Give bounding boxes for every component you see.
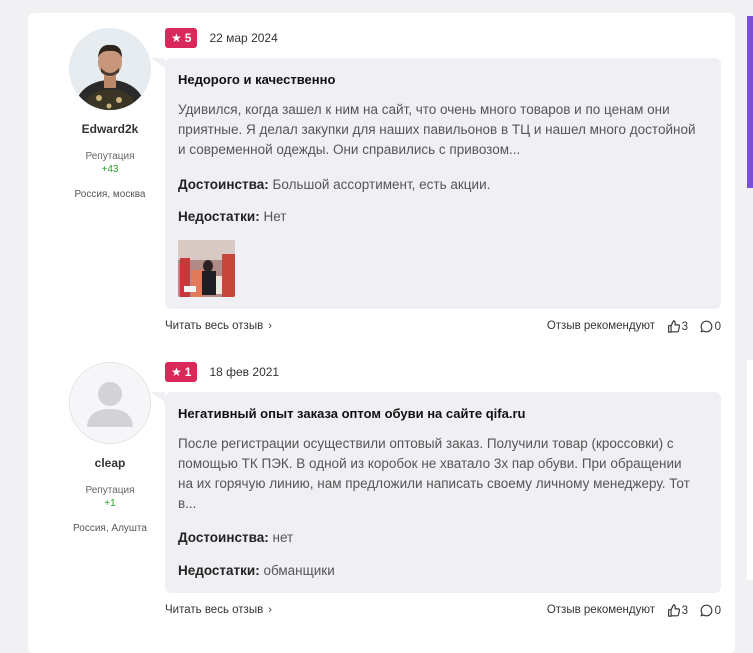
read-more-label: Читать весь отзыв — [165, 320, 264, 332]
pros-label: Достоинства: — [178, 530, 269, 545]
review-cons: Недостатки: Нет — [178, 209, 286, 224]
chevron-right-icon: › — [268, 320, 272, 332]
comments-button[interactable]: 0 — [700, 320, 721, 333]
reputation-label: Репутация — [85, 151, 135, 162]
pros-value: Большой ассортимент, есть акции. — [272, 177, 491, 192]
avatar[interactable] — [69, 362, 151, 444]
likes-count: 3 — [681, 320, 688, 333]
comments-count: 0 — [714, 320, 721, 333]
recommend-label: Отзыв рекомендуют — [546, 320, 655, 332]
rating-badge: ★ 1 — [165, 362, 198, 382]
cons-label: Недостатки: — [178, 209, 260, 224]
read-more-link[interactable]: Читать весь отзыв › — [165, 604, 272, 616]
rating-badge: ★ 5 — [165, 28, 198, 48]
photo-icon — [178, 240, 235, 297]
read-more-label: Читать весь отзыв — [165, 604, 264, 616]
review-text: После регистрации осуществили оптовый за… — [178, 436, 690, 511]
star-icon: ★ — [171, 31, 182, 45]
cons-value: Нет — [263, 209, 287, 224]
rating-value: 5 — [184, 31, 192, 45]
default-avatar-icon — [70, 363, 150, 443]
review-text: Удивился, когда зашел к ним на сайт, что… — [178, 102, 696, 157]
read-more-link[interactable]: Читать весь отзыв › — [165, 320, 272, 332]
thumbs-up-icon — [667, 320, 680, 333]
thumbs-up-icon — [667, 604, 680, 617]
like-button[interactable]: 3 — [667, 320, 688, 333]
like-button[interactable]: 3 — [667, 604, 688, 617]
review-footer: Читать весь отзыв › Отзыв рекомендуют 3 0 — [165, 604, 721, 622]
comments-count: 0 — [714, 604, 721, 617]
comment-icon — [700, 604, 713, 617]
author-name[interactable]: Edward2k — [48, 122, 172, 136]
star-icon: ★ — [171, 365, 182, 379]
review-author: Edward2k Репутация +43 Россия, москва — [48, 28, 172, 200]
reputation-value: +43 — [101, 164, 119, 175]
author-location: Россия, Алушта — [73, 523, 147, 534]
review-title[interactable]: Негативный опыт заказа оптом обуви на са… — [178, 406, 525, 421]
rating-row: ★ 1 18 фев 2021 — [165, 362, 279, 382]
author-name[interactable]: cleap — [48, 456, 172, 470]
review-author: cleap Репутация +1 Россия, Алушта — [48, 362, 172, 534]
pros-value: нет — [272, 530, 294, 545]
side-panel — [747, 360, 753, 580]
comment-icon — [700, 320, 713, 333]
likes-count: 3 — [681, 604, 688, 617]
avatar-photo-icon — [69, 28, 151, 110]
review-pros: Достоинства: нет — [178, 530, 293, 545]
side-accent-bar — [747, 16, 753, 188]
comments-button[interactable]: 0 — [700, 604, 721, 617]
chevron-right-icon: › — [268, 604, 272, 616]
review-footer: Читать весь отзыв › Отзыв рекомендуют 3 0 — [165, 320, 721, 338]
author-location: Россия, москва — [74, 189, 146, 200]
review-photo-thumbnail[interactable] — [178, 240, 235, 297]
reputation-label: Репутация — [85, 485, 135, 496]
reviews-card: Edward2k Репутация +43 Россия, москва ★ … — [28, 13, 735, 653]
pros-label: Достоинства: — [178, 177, 269, 192]
review-date: 18 фев 2021 — [209, 365, 280, 379]
review-bubble: Недорого и качественно Удивился, когда з… — [151, 58, 721, 309]
rating-value: 1 — [184, 365, 192, 379]
review-bubble: Негативный опыт заказа оптом обуви на са… — [151, 392, 721, 593]
review-pros: Достоинства: Большой ассортимент, есть а… — [178, 177, 490, 192]
review-date: 22 мар 2024 — [209, 31, 278, 45]
cons-label: Недостатки: — [178, 563, 260, 578]
reputation-value: +1 — [104, 498, 116, 509]
review-title[interactable]: Недорого и качественно — [178, 72, 335, 87]
cons-value: обманщики — [263, 563, 335, 578]
rating-row: ★ 5 22 мар 2024 — [165, 28, 278, 48]
review-cons: Недостатки: обманщики — [178, 563, 335, 578]
recommend-label: Отзыв рекомендуют — [546, 604, 655, 616]
avatar[interactable] — [69, 28, 151, 110]
